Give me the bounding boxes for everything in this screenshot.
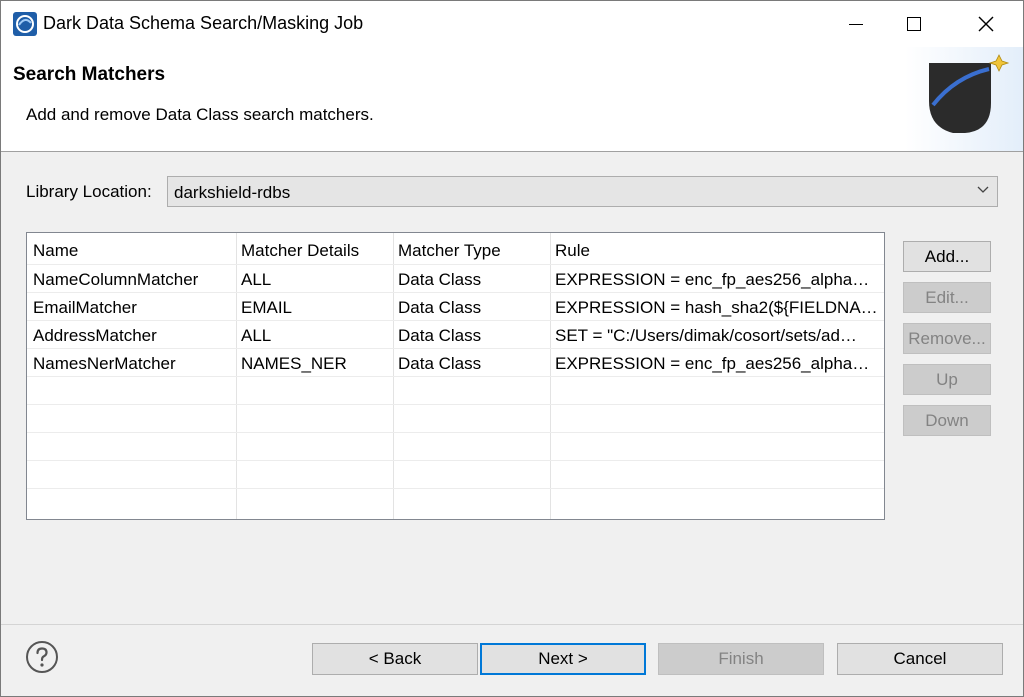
finish-button[interactable]: Finish (658, 643, 824, 675)
library-location-select[interactable]: darkshield-rdbs (167, 176, 998, 207)
page-title: Search Matchers (13, 64, 166, 85)
row-divider (27, 432, 884, 433)
library-location-value: darkshield-rdbs (174, 183, 291, 202)
table-cell-details[interactable]: ALL (241, 326, 391, 346)
chevron-down-icon (977, 186, 989, 193)
minimize-icon (849, 23, 863, 25)
column-header-rule[interactable]: Rule (555, 241, 879, 261)
table-cell-type[interactable]: Data Class (398, 298, 548, 318)
maximize-icon (907, 17, 921, 31)
cancel-button[interactable]: Cancel (837, 643, 1003, 675)
row-divider (27, 264, 884, 265)
column-header-matcher-type[interactable]: Matcher Type (398, 241, 548, 261)
up-button[interactable]: Up (903, 364, 991, 395)
row-divider (27, 376, 884, 377)
row-divider (27, 460, 884, 461)
table-cell-details[interactable]: EMAIL (241, 298, 391, 318)
help-button[interactable] (25, 640, 59, 674)
next-button[interactable]: Next > (480, 643, 646, 675)
table-cell-type[interactable]: Data Class (398, 270, 548, 290)
table-cell-name[interactable]: NameColumnMatcher (33, 270, 233, 290)
table-cell-rule[interactable]: SET = "C:/Users/dimak/cosort/sets/ad… (555, 326, 879, 346)
wizard-header: Search Matchers Add and remove Data Clas… (1, 47, 1023, 152)
title-bar[interactable]: Dark Data Schema Search/Masking Job (1, 1, 1023, 47)
table-cell-type[interactable]: Data Class (398, 354, 548, 374)
table-cell-name[interactable]: EmailMatcher (33, 298, 233, 318)
help-icon (26, 641, 58, 673)
page-description: Add and remove Data Class search matcher… (26, 105, 374, 124)
dialog-window: Dark Data Schema Search/Masking Job Sear… (0, 0, 1024, 697)
wizard-banner-icon (905, 47, 1023, 151)
table-cell-details[interactable]: ALL (241, 270, 391, 290)
table-cell-rule[interactable]: EXPRESSION = enc_fp_aes256_alpha… (555, 354, 879, 374)
close-button[interactable] (957, 1, 1015, 47)
library-location-label: Library Location: (26, 182, 152, 201)
table-cell-name[interactable]: NamesNerMatcher (33, 354, 233, 374)
column-header-name[interactable]: Name (33, 241, 233, 261)
edit-button[interactable]: Edit... (903, 282, 991, 313)
table-cell-details[interactable]: NAMES_NER (241, 354, 391, 374)
table-cell-type[interactable]: Data Class (398, 326, 548, 346)
close-icon (978, 16, 994, 32)
table-cell-rule[interactable]: EXPRESSION = enc_fp_aes256_alpha… (555, 270, 879, 290)
row-divider (27, 404, 884, 405)
back-button[interactable]: < Back (312, 643, 478, 675)
row-divider (27, 292, 884, 293)
row-divider (27, 488, 884, 489)
remove-button[interactable]: Remove... (903, 323, 991, 354)
table-cell-name[interactable]: AddressMatcher (33, 326, 233, 346)
row-divider (27, 348, 884, 349)
down-button[interactable]: Down (903, 405, 991, 436)
add-button[interactable]: Add... (903, 241, 991, 272)
row-divider (27, 320, 884, 321)
column-header-matcher-details[interactable]: Matcher Details (241, 241, 391, 261)
minimize-button[interactable] (827, 1, 885, 47)
app-logo-icon (13, 12, 37, 36)
maximize-button[interactable] (885, 1, 943, 47)
window-title: Dark Data Schema Search/Masking Job (43, 13, 364, 33)
table-cell-rule[interactable]: EXPRESSION = hash_sha2(${FIELDNA… (555, 298, 879, 318)
matchers-table[interactable]: Name Matcher Details Matcher Type Rule N… (26, 232, 885, 520)
footer-separator (1, 624, 1023, 625)
